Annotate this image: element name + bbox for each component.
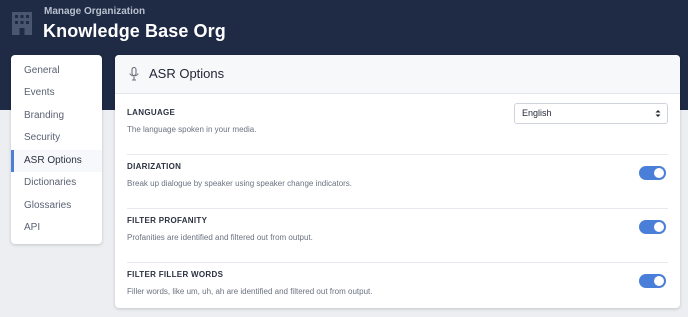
sidebar-item-dictionaries[interactable]: Dictionaries: [11, 172, 102, 194]
sidebar-item-asr-options[interactable]: ASR Options: [11, 150, 102, 172]
sidebar-item-branding[interactable]: Branding: [11, 105, 102, 127]
sidebar-item-security[interactable]: Security: [11, 127, 102, 149]
toggle-knob: [654, 222, 664, 232]
setting-row-diarization: DIARIZATION Break up dialogue by speaker…: [127, 155, 668, 209]
setting-label: FILTER FILLER WORDS: [127, 270, 224, 279]
sidebar-item-general[interactable]: General: [11, 60, 102, 82]
diarization-toggle[interactable]: [639, 166, 666, 180]
setting-row-language: LANGUAGE The language spoken in your med…: [127, 101, 668, 155]
filter-profanity-toggle[interactable]: [639, 220, 666, 234]
setting-description: Profanities are identified and filtered …: [127, 233, 313, 242]
settings-sidebar: General Events Branding Security ASR Opt…: [11, 55, 102, 244]
setting-label: DIARIZATION: [127, 162, 182, 171]
panel-header: ASR Options: [115, 55, 680, 94]
toggle-knob: [654, 168, 664, 178]
language-select[interactable]: English: [514, 103, 668, 124]
sidebar-item-label: Glossaries: [24, 200, 72, 211]
setting-row-filter-profanity: FILTER PROFANITY Profanities are identif…: [127, 209, 668, 263]
org-title: Knowledge Base Org: [43, 21, 226, 41]
sidebar-item-label: ASR Options: [24, 155, 82, 166]
microphone-icon: [129, 67, 139, 81]
language-select-value: English: [522, 108, 552, 118]
building-icon: [12, 12, 32, 35]
sidebar-item-label: API: [24, 222, 41, 233]
sidebar-item-label: Branding: [24, 110, 65, 121]
toggle-knob: [654, 276, 664, 286]
setting-description: The language spoken in your media.: [127, 125, 257, 134]
sidebar-item-glossaries[interactable]: Glossaries: [11, 195, 102, 217]
org-subtitle: Manage Organization: [44, 6, 146, 17]
asr-options-panel: ASR Options LANGUAGE The language spoken…: [115, 55, 680, 308]
filter-filler-words-toggle[interactable]: [639, 274, 666, 288]
setting-label: FILTER PROFANITY: [127, 216, 208, 225]
sidebar-item-events[interactable]: Events: [11, 82, 102, 104]
panel-title: ASR Options: [149, 66, 225, 81]
sidebar-item-label: Security: [24, 132, 61, 143]
sidebar-item-label: Dictionaries: [24, 177, 77, 188]
select-caret-icon: [655, 110, 661, 117]
sidebar-item-api[interactable]: API: [11, 217, 102, 239]
setting-description: Break up dialogue by speaker using speak…: [127, 179, 353, 188]
sidebar-item-label: General: [24, 65, 60, 76]
setting-row-filter-filler-words: FILTER FILLER WORDS Filler words, like u…: [127, 263, 668, 308]
setting-label: LANGUAGE: [127, 108, 176, 117]
setting-description: Filler words, like um, uh, ah are identi…: [127, 287, 373, 296]
sidebar-item-label: Events: [24, 87, 55, 98]
